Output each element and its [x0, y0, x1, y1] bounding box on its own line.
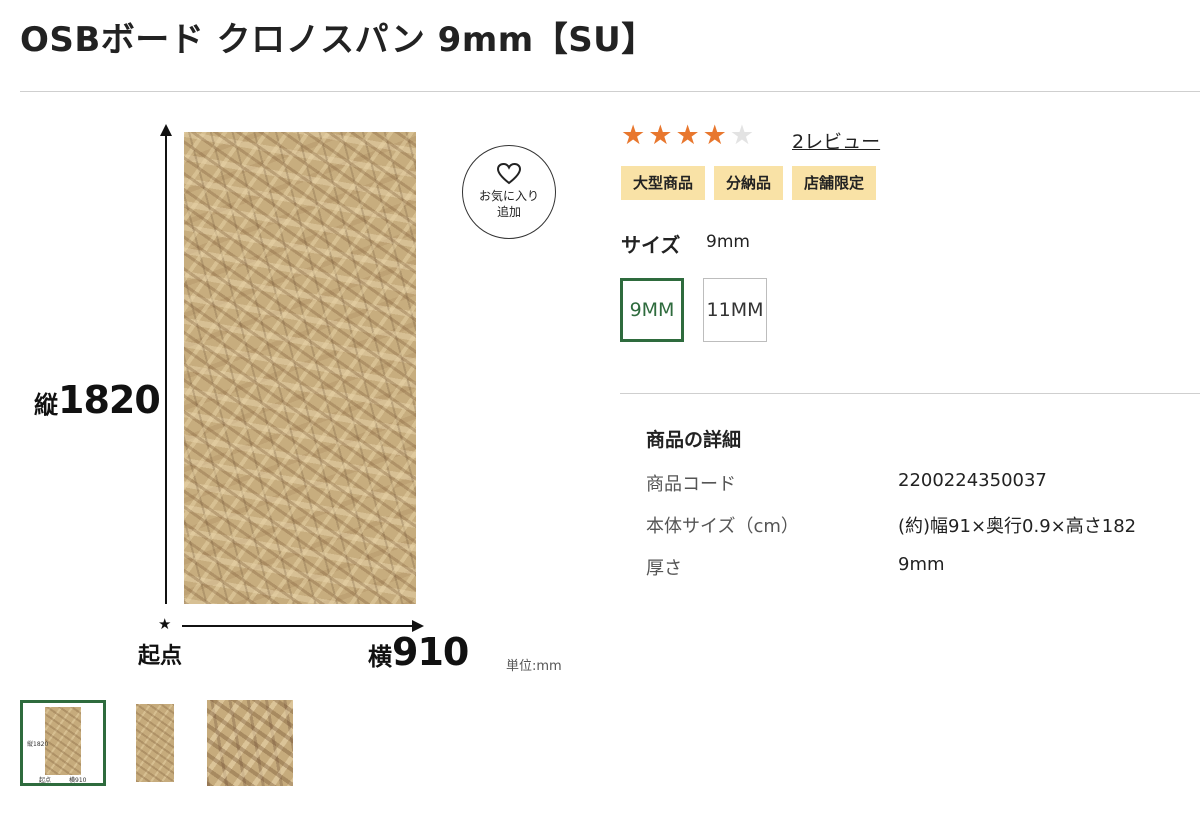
thumbnail-horizontal-label: 横910	[69, 777, 87, 784]
size-option-9mm[interactable]: 9MM	[620, 278, 684, 342]
star-empty-icon: ★	[729, 120, 755, 151]
size-option-11mm[interactable]: 11MM	[703, 278, 767, 342]
detail-value: 9mm	[898, 554, 945, 575]
product-title: OSBボード クロノスパン 9mm【SU】	[20, 20, 656, 60]
vertical-dimension-value: 1820	[58, 378, 161, 422]
detail-key: 本体サイズ（cm）	[646, 516, 799, 537]
thumbnail-origin-label: 起点	[39, 777, 52, 784]
star-filled-icon: ★	[621, 120, 646, 151]
horizontal-dimension-value: 910	[392, 630, 469, 674]
add-to-favorites-button[interactable]: お気に入り 追加	[462, 145, 556, 239]
detail-value: (約)幅91×奥行0.9×高さ182	[898, 516, 1137, 537]
favorites-label: お気に入り 追加	[479, 188, 539, 220]
size-label: サイズ	[621, 233, 681, 257]
vertical-dimension-line	[165, 132, 167, 604]
title-divider	[20, 91, 1200, 92]
thumbnail-2[interactable]	[120, 700, 206, 786]
vertical-dimension-label: 縦1820	[34, 378, 161, 422]
size-selected-value: 9mm	[706, 232, 750, 252]
vertical-dimension-prefix: 縦	[34, 391, 58, 419]
badge-store-limited: 店舗限定	[792, 166, 877, 200]
heart-icon	[496, 162, 522, 185]
horizontal-dimension-prefix: 横	[368, 643, 392, 671]
review-count-link[interactable]: 2レビュー	[792, 127, 880, 154]
horizontal-dimension-label: 横910	[368, 630, 469, 674]
unit-label: 単位:mm	[506, 659, 562, 674]
horizontal-dimension-line	[182, 625, 414, 627]
thumbnail-closeup-image	[207, 700, 293, 786]
detail-value: 2200224350037	[898, 470, 1047, 491]
thumbnail-3[interactable]	[207, 700, 293, 786]
favorites-label-line1: お気に入り	[478, 189, 539, 203]
details-divider	[620, 393, 1200, 394]
star-filled-icon: ★	[648, 120, 673, 151]
origin-star-icon: ★	[158, 615, 172, 633]
thumbnail-1[interactable]: 縦1820 起点 横910	[20, 700, 106, 786]
thumbnail-vertical-label: 縦1820	[27, 741, 49, 748]
favorites-label-line2: 追加	[496, 205, 521, 219]
badge-list: 大型商品 分納品 店舗限定	[621, 166, 877, 200]
origin-label: 起点	[138, 644, 183, 669]
badge-large-item: 大型商品	[621, 166, 706, 200]
thumbnail-board-image	[45, 707, 81, 775]
star-filled-icon: ★	[702, 120, 727, 151]
badge-split-delivery: 分納品	[714, 166, 784, 200]
detail-key: 商品コード	[646, 474, 736, 495]
detail-key: 厚さ	[646, 558, 682, 579]
rating-stars: ★ ★ ★ ★ ★	[621, 121, 754, 151]
thumbnail-board-image	[136, 704, 174, 782]
osb-board-photo	[184, 132, 416, 604]
star-filled-icon: ★	[675, 120, 700, 151]
details-heading: 商品の詳細	[646, 429, 742, 451]
